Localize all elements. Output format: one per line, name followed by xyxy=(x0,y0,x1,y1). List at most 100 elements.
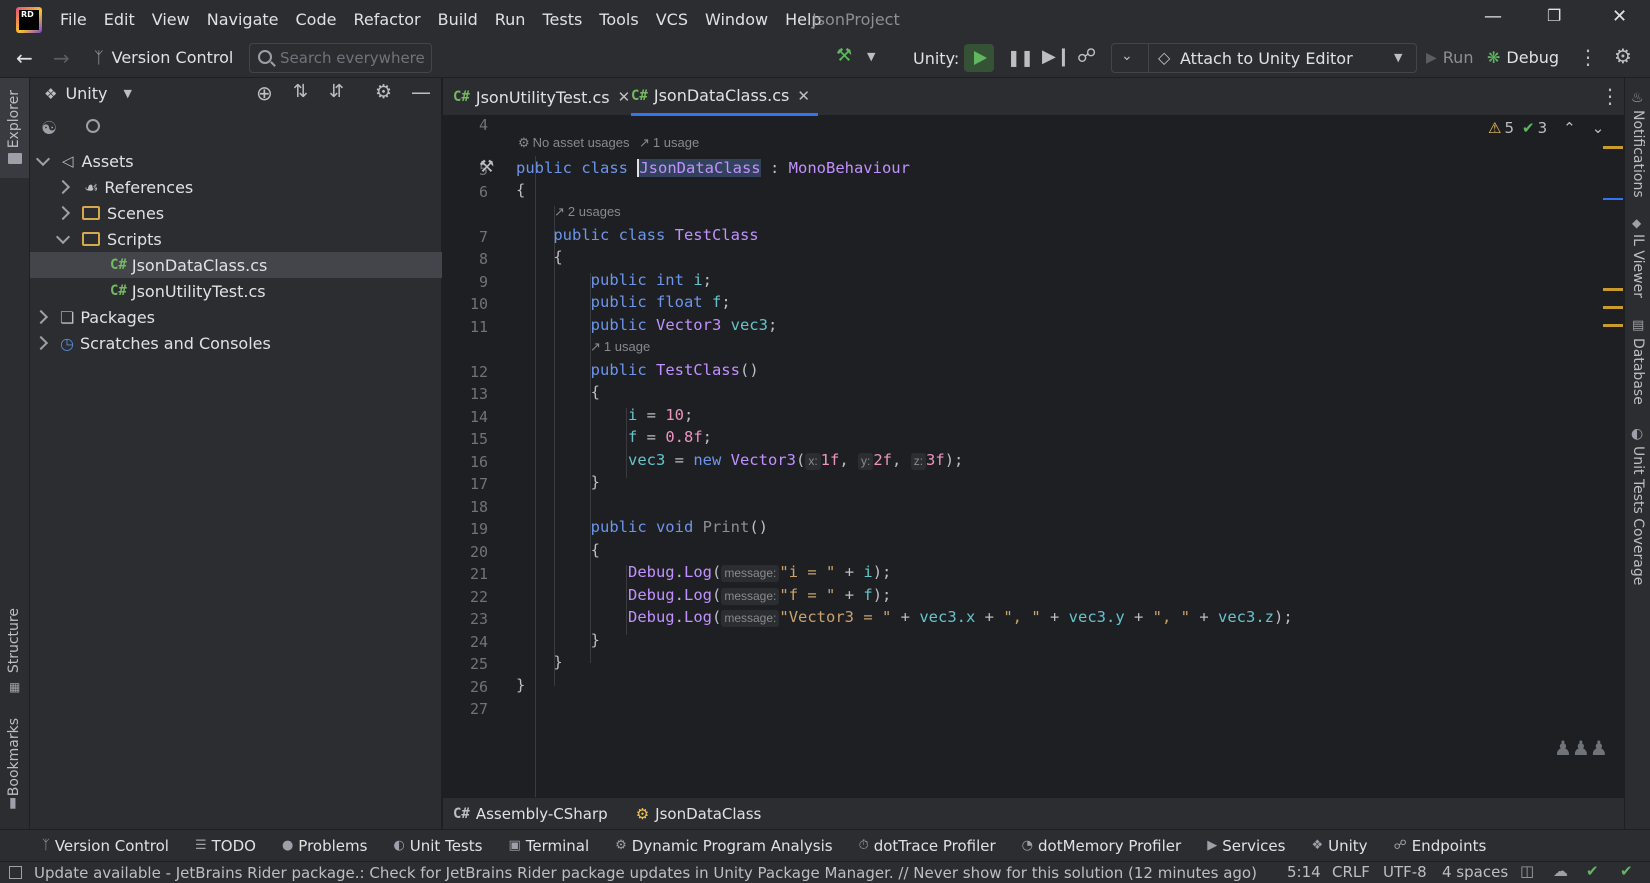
tree-item-references[interactable]: ☙ References xyxy=(30,174,442,200)
close-window-icon[interactable]: ✕ xyxy=(1612,6,1627,27)
class-usages-hint[interactable]: ↗ 1 usage xyxy=(639,135,699,151)
structure-strip-button[interactable]: Structure xyxy=(6,608,22,673)
expand-all-icon[interactable]: ⇅ xyxy=(293,81,308,102)
tool-todo[interactable]: ☰ TODO xyxy=(195,837,256,855)
next-problem-icon[interactable]: ⌄ xyxy=(1592,119,1605,137)
references-icon: ☙ xyxy=(84,177,99,197)
build-hammer-icon[interactable]: ⚒ xyxy=(836,45,852,66)
ctor-usages-hint[interactable]: ↗ 1 usage xyxy=(590,339,650,355)
run-button[interactable]: ▶ Run xyxy=(1426,48,1473,67)
lock-icon[interactable]: ◫ xyxy=(1520,862,1534,880)
tool-unity[interactable]: ❖ Unity xyxy=(1311,837,1367,855)
tabs-more-icon[interactable]: ⋮ xyxy=(1600,84,1620,108)
bookmarks-strip-button[interactable]: Bookmarks xyxy=(6,718,22,796)
hide-panel-icon[interactable]: — xyxy=(411,80,431,104)
menu-view[interactable]: View xyxy=(152,10,190,29)
warning-marker[interactable] xyxy=(1603,306,1623,309)
notifications-strip-button[interactable]: Notifications xyxy=(1630,110,1646,198)
asset-usages-hint[interactable]: ⚙ No asset usages xyxy=(518,135,630,151)
menu-window[interactable]: Window xyxy=(705,10,768,29)
file-encoding[interactable]: UTF-8 xyxy=(1383,863,1427,881)
warning-marker[interactable] xyxy=(1603,288,1623,291)
unity-script-hammer-icon[interactable]: ⚒ xyxy=(479,157,494,177)
tool-version-control[interactable]: ᛉ Version Control xyxy=(42,837,169,855)
indent-setting[interactable]: 4 spaces xyxy=(1442,863,1508,881)
menu-code[interactable]: Code xyxy=(296,10,337,29)
tree-item-scratches[interactable]: ◷ Scratches and Consoles xyxy=(30,330,442,356)
warning-marker[interactable] xyxy=(1603,324,1623,327)
explorer-strip-button[interactable]: Explorer xyxy=(6,90,22,148)
tree-item-assets[interactable]: ◁ Assets xyxy=(30,148,442,174)
explorer-view-selector[interactable]: ❖ Unity ▼ xyxy=(44,84,132,103)
panel-toggle-icon[interactable] xyxy=(9,866,22,879)
unity-play-button[interactable] xyxy=(964,44,994,72)
settings-gear-icon[interactable]: ⚙ xyxy=(1614,44,1632,68)
list-icon: ☰ xyxy=(194,838,207,853)
tool-services[interactable]: ▶ Services xyxy=(1207,837,1285,855)
menu-refactor[interactable]: Refactor xyxy=(353,10,420,29)
tool-dpa[interactable]: ⚙ Dynamic Program Analysis xyxy=(615,837,832,855)
back-arrow-icon[interactable]: ← xyxy=(16,46,33,70)
forward-arrow-icon[interactable]: → xyxy=(53,46,70,70)
inspection-widget[interactable]: ⚠ 5 ✔ 3 ⌃ ⌄ xyxy=(1488,119,1604,137)
tree-item-scenes[interactable]: Scenes xyxy=(30,200,442,226)
menu-build[interactable]: Build xyxy=(438,10,478,29)
ai-assistant-icon[interactable]: ♟♟♟ xyxy=(1554,736,1608,760)
tab-jsondataclass[interactable]: C# JsonDataClass.cs ✕ xyxy=(631,78,818,116)
tool-endpoints[interactable]: ☍ Endpoints xyxy=(1394,837,1487,855)
checkmark-shield-icon[interactable]: ✔ xyxy=(1620,862,1633,880)
menu-vcs[interactable]: VCS xyxy=(656,10,688,29)
close-tab-icon[interactable]: ✕ xyxy=(797,87,810,105)
code-line-19: public void Print() xyxy=(516,518,768,536)
line-separator[interactable]: CRLF xyxy=(1332,863,1370,881)
menu-file[interactable]: File xyxy=(60,10,87,29)
unity-refresh-icon[interactable]: ☍ xyxy=(1077,45,1096,67)
testclass-usages-hint[interactable]: ↗ 2 usages xyxy=(554,204,621,220)
explorer-search-icon[interactable] xyxy=(86,119,100,133)
status-message[interactable]: Update available - JetBrains Rider packa… xyxy=(34,864,1257,882)
minimize-icon[interactable]: — xyxy=(1484,6,1502,27)
tree-item-jsondataclass[interactable]: C# JsonDataClass.cs xyxy=(30,252,442,278)
code-editor[interactable]: 4 5 6 7 8 9 10 11 12 13 14 15 16 17 18 1… xyxy=(443,116,1624,797)
rider-logo-icon[interactable]: RD xyxy=(16,7,42,33)
build-dropdown-icon[interactable]: ▼ xyxy=(867,50,875,63)
warning-marker[interactable] xyxy=(1603,146,1623,149)
tool-unit-tests[interactable]: ◐ Unit Tests xyxy=(393,837,482,855)
menu-edit[interactable]: Edit xyxy=(104,10,135,29)
database-strip-button[interactable]: Database xyxy=(1630,338,1646,405)
restore-icon[interactable]: ❐ xyxy=(1547,6,1561,25)
coverage-strip-button[interactable]: Unit Tests Coverage xyxy=(1630,446,1646,585)
ok-status-icon[interactable]: ✔ xyxy=(1586,862,1599,880)
cloud-icon[interactable]: ☁ xyxy=(1553,862,1568,880)
menu-navigate[interactable]: Navigate xyxy=(207,10,279,29)
vcs-widget[interactable]: ᛉ Version Control xyxy=(94,48,233,67)
tool-problems[interactable]: ● Problems xyxy=(282,837,367,855)
tool-dottrace[interactable]: ⏱ dotTrace Profiler xyxy=(859,837,996,855)
explorer-settings-icon[interactable]: ⚙ xyxy=(375,81,392,103)
il-viewer-strip-button[interactable]: IL Viewer xyxy=(1630,234,1646,298)
collapse-all-icon[interactable]: ⇵ xyxy=(329,81,344,102)
locate-icon[interactable]: ⊕ xyxy=(256,81,273,105)
solution-filter-icon[interactable]: ☯ xyxy=(41,118,57,139)
tab-jsonutilitytest[interactable]: C# JsonUtilityTest.cs ✕ xyxy=(453,78,630,116)
more-actions-icon[interactable]: ⋮ xyxy=(1578,45,1598,69)
unity-step-icon[interactable]: ▶❙ xyxy=(1042,46,1071,67)
nav-class[interactable]: JsonDataClass xyxy=(655,805,761,823)
run-config-selector[interactable]: ⌄ ◇ Attach to Unity Editor ▼ xyxy=(1111,43,1417,73)
prev-problem-icon[interactable]: ⌃ xyxy=(1563,119,1576,137)
tree-item-jsonutilitytest[interactable]: C# JsonUtilityTest.cs xyxy=(30,278,442,304)
close-tab-icon[interactable]: ✕ xyxy=(618,88,631,106)
caret-position[interactable]: 5:14 xyxy=(1287,863,1321,881)
unity-label: Unity: xyxy=(913,49,960,68)
tree-item-scripts[interactable]: Scripts xyxy=(30,226,442,252)
search-everywhere-field[interactable]: Search everywhere xyxy=(249,43,432,73)
debug-button[interactable]: ❋ Debug xyxy=(1487,48,1559,67)
menu-run[interactable]: Run xyxy=(495,10,526,29)
tool-dotmemory[interactable]: ◔ dotMemory Profiler xyxy=(1022,837,1182,855)
tree-item-packages[interactable]: ❏ Packages xyxy=(30,304,442,330)
nav-project[interactable]: Assembly-CSharp xyxy=(476,805,608,823)
menu-tests[interactable]: Tests xyxy=(542,10,582,29)
unity-pause-icon[interactable]: ❚❚ xyxy=(1007,48,1034,67)
menu-tools[interactable]: Tools xyxy=(599,10,638,29)
tool-terminal[interactable]: ▣ Terminal xyxy=(508,837,589,855)
